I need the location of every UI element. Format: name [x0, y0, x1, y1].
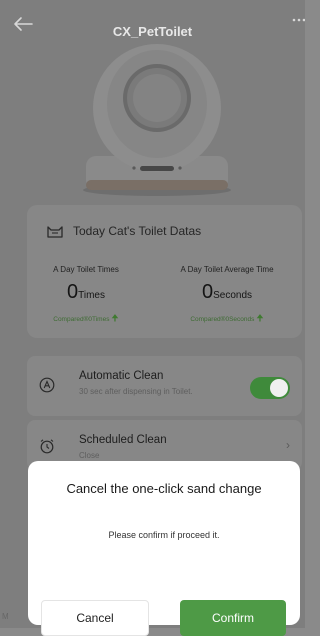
card-title: Today Cat's Toilet Datas	[73, 224, 202, 238]
more-options-icon[interactable]	[291, 16, 305, 24]
comparison-text: Compared®0Seconds	[190, 316, 255, 323]
stat-label: A Day Toilet Average Time	[180, 265, 274, 274]
confirm-button[interactable]: Confirm	[180, 600, 286, 636]
comparison-text: Compared®0Times	[53, 316, 110, 323]
dialog-message: Please confirm if proceed it.	[108, 530, 220, 540]
stat-value: 0Times	[26, 281, 146, 304]
row-subtitle: 30 sec after dispensing in Toilet.	[79, 387, 193, 396]
alarm-clock-icon	[40, 439, 54, 454]
toilet-stats-card: Today Cat's Toilet Datas A Day Toilet Ti…	[27, 205, 302, 338]
stat-label: A Day Toilet Times	[53, 265, 119, 274]
stat-unit: Times	[78, 290, 105, 301]
auto-mode-icon	[39, 377, 55, 393]
arrow-up-icon: 🠉	[256, 313, 264, 323]
stat-number: 0	[201, 281, 214, 303]
toggle-knob	[270, 379, 288, 397]
dialog-title: Cancel the one-click sand change	[66, 481, 262, 496]
stat-value: 0Seconds	[167, 281, 287, 304]
arrow-up-icon: 🠉	[111, 313, 119, 323]
pet-toilet-device-image	[83, 44, 231, 196]
stat-comparison: Compared®0Seconds 🠉	[167, 311, 287, 327]
card-header: Today Cat's Toilet Datas	[47, 221, 201, 241]
stat-number: 0	[67, 281, 79, 303]
daily-average-time-stat: A Day Toilet Average Time 0Seconds Compa…	[167, 265, 287, 327]
row-title: Automatic Clean	[79, 370, 164, 382]
confirm-dialog: Cancel the one-click sand change Please …	[28, 461, 300, 636]
stat-unit: Seconds	[213, 290, 253, 301]
bottom-fragment: M	[2, 612, 9, 621]
page-title: CX_PetToilet	[112, 24, 193, 39]
automatic-clean-row[interactable]: Automatic Clean 30 sec after dispensing …	[27, 356, 302, 416]
chevron-right-icon: ›	[286, 438, 290, 452]
row-subtitle: Close	[79, 451, 100, 460]
stat-comparison: Compared®0Times 🠉	[26, 311, 146, 327]
header: CX_PetToilet	[0, 0, 305, 40]
daily-toilet-times-stat: A Day Toilet Times 0Times Compared®0Time…	[26, 265, 146, 327]
row-title: Scheduled Clean	[79, 434, 167, 446]
cancel-button[interactable]: Cancel	[41, 600, 149, 636]
automatic-clean-toggle[interactable]	[250, 377, 290, 399]
cat-icon	[47, 226, 63, 238]
